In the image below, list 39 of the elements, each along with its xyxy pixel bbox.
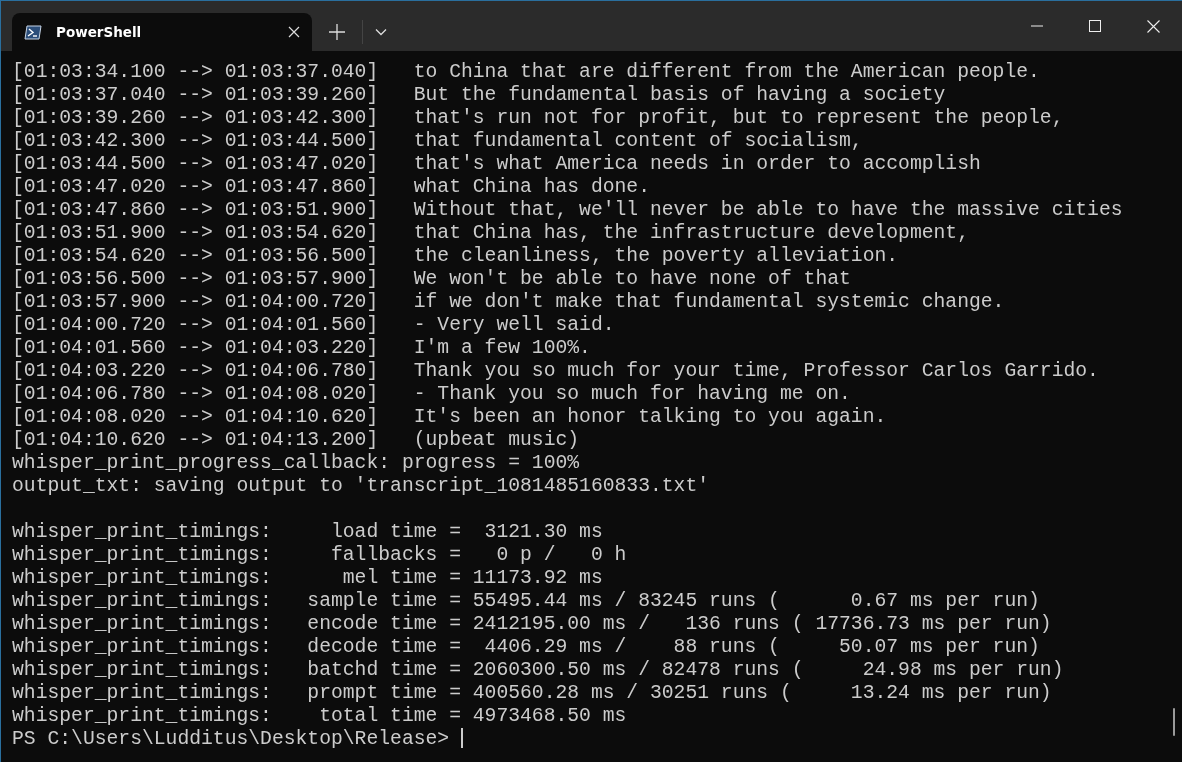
transcript-line: [01:04:01.560 --> 01:04:03.220] I'm a few 100%. bbox=[12, 337, 591, 359]
minimize-icon bbox=[1031, 25, 1043, 27]
plus-icon bbox=[329, 24, 345, 40]
transcript-line: [01:03:57.900 --> 01:04:00.720] if we don't make that fundamental systemic change. bbox=[12, 291, 1005, 313]
timing-line: whisper_print_timings: load time = 3121.30 ms bbox=[12, 521, 603, 543]
transcript-line: [01:03:42.300 --> 01:03:44.500] that fundamental content of socialism, bbox=[12, 130, 863, 152]
scrollbar-thumb[interactable] bbox=[1173, 708, 1175, 736]
shell-prompt: PS C:\Users\Ludditus\Desktop\Release> bbox=[12, 728, 450, 750]
transcript-line: [01:03:34.100 --> 01:03:37.040] to China that are different from the American people. bbox=[12, 61, 1040, 83]
transcript-line: [01:04:03.220 --> 01:04:06.780] Thank you so much for your time, Professor Carlos Garrido. bbox=[12, 360, 1099, 382]
text-cursor bbox=[461, 728, 464, 748]
log-line: output_txt: saving output to 'transcript_1081485160833.txt' bbox=[12, 475, 710, 497]
log-line: whisper_print_progress_callback: progress = 100% bbox=[12, 452, 580, 474]
transcript-line: [01:03:56.500 --> 01:03:57.900] We won't be able to have none of that bbox=[12, 268, 851, 290]
transcript-line: [01:03:44.500 --> 01:03:47.020] that's what America needs in order to accomplish bbox=[12, 153, 981, 175]
timing-line: whisper_print_timings: total time = 4973468.50 ms bbox=[12, 705, 627, 727]
maximize-icon bbox=[1089, 20, 1101, 32]
transcript-line: [01:03:47.020 --> 01:03:47.860] what China has done. bbox=[12, 176, 650, 198]
transcript-line: [01:03:51.900 --> 01:03:54.620] that China has, the infrastructure development, bbox=[12, 222, 969, 244]
transcript-line: [01:04:08.020 --> 01:04:10.620] It's been an honor talking to you again. bbox=[12, 406, 887, 428]
transcript-line: [01:04:00.720 --> 01:04:01.560] - Very well said. bbox=[12, 314, 615, 336]
transcript-line: [01:04:06.780 --> 01:04:08.020] - Thank you so much for having me on. bbox=[12, 383, 851, 405]
timing-line: whisper_print_timings: decode time = 4406.29 ms / 88 runs ( 50.07 ms per run) bbox=[12, 636, 1040, 658]
timing-line: whisper_print_timings: mel time = 11173.92 ms bbox=[12, 567, 603, 589]
timing-line: whisper_print_timings: fallbacks = 0 p / 0 h bbox=[12, 544, 627, 566]
chevron-down-icon bbox=[375, 28, 387, 36]
transcript-line: [01:03:54.620 --> 01:03:56.500] the cleanliness, the poverty alleviation. bbox=[12, 245, 899, 267]
close-icon bbox=[1146, 19, 1160, 33]
close-icon[interactable] bbox=[288, 26, 300, 38]
timing-line: whisper_print_timings: sample time = 55495.44 ms / 83245 runs ( 0.67 ms per run) bbox=[12, 590, 1040, 612]
transcript-line: [01:04:10.620 --> 01:04:13.200] (upbeat music) bbox=[12, 429, 580, 451]
timing-line: whisper_print_timings: prompt time = 400560.28 ms / 30251 runs ( 13.24 ms per run) bbox=[12, 682, 1052, 704]
powershell-icon bbox=[24, 24, 42, 40]
terminal-tab[interactable]: PowerShell bbox=[12, 13, 312, 51]
timing-line: whisper_print_timings: batchd time = 2060300.50 ms / 82478 runs ( 24.98 ms per run) bbox=[12, 659, 1064, 681]
timing-line: whisper_print_timings: encode time = 2412195.00 ms / 136 runs ( 17736.73 ms per run) bbox=[12, 613, 1052, 635]
transcript-line: [01:03:39.260 --> 01:03:42.300] that's run not for profit, but to represent the people, bbox=[12, 107, 1064, 129]
transcript-line: [01:03:37.040 --> 01:03:39.260] But the fundamental basis of having a society bbox=[12, 84, 946, 106]
transcript-line: [01:03:47.860 --> 01:03:51.900] Without that, we'll never be able to have the massive cities bbox=[12, 199, 1123, 221]
